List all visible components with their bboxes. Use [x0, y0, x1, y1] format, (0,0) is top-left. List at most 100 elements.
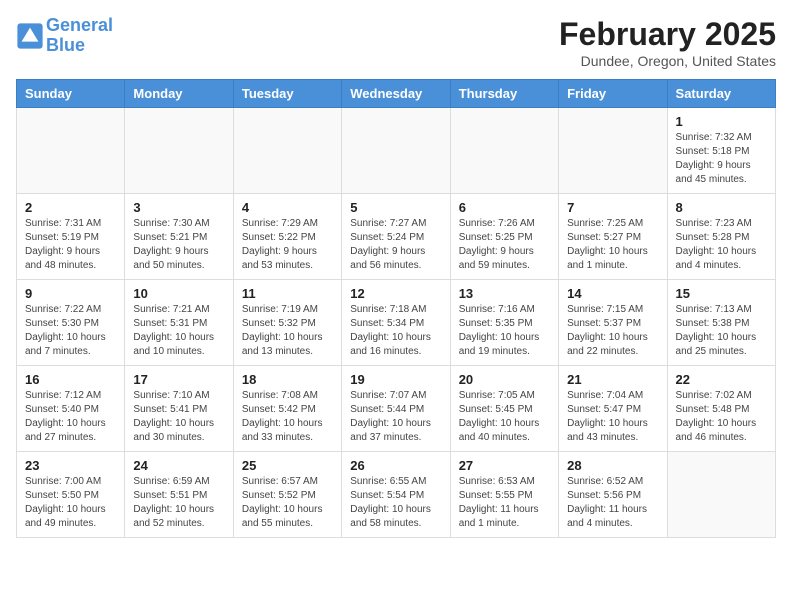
- day-info: Sunrise: 6:55 AM Sunset: 5:54 PM Dayligh…: [350, 475, 441, 531]
- week-row-4: 16 Sunrise: 7:12 AM Sunset: 5:40 PM Dayli…: [17, 366, 776, 452]
- title-block: February 2025 Dundee, Oregon, United Sta…: [559, 16, 776, 69]
- week-row-2: 2 Sunrise: 7:31 AM Sunset: 5:19 PM Daylig…: [17, 194, 776, 280]
- day-number: 14: [567, 286, 658, 301]
- day-cell: 7 Sunrise: 7:25 AM Sunset: 5:27 PM Daylig…: [559, 194, 667, 280]
- day-cell: 26 Sunrise: 6:55 AM Sunset: 5:54 PM Dayli…: [342, 452, 450, 538]
- logo-text: General Blue: [46, 16, 113, 56]
- day-info: Sunrise: 7:31 AM Sunset: 5:19 PM Dayligh…: [25, 217, 116, 273]
- day-cell: 17Sunrise: 7:10 AM Sunset: 5:41 PM Dayli…: [125, 366, 233, 452]
- day-number: 17: [133, 372, 224, 387]
- week-row-5: 23 Sunrise: 7:00 AM Sunset: 5:50 PM Dayli…: [17, 452, 776, 538]
- day-cell: [125, 108, 233, 194]
- day-cell: 5 Sunrise: 7:27 AM Sunset: 5:24 PM Daylig…: [342, 194, 450, 280]
- day-cell: 1 Sunrise: 7:32 AM Sunset: 5:18 PM Daylig…: [667, 108, 775, 194]
- day-cell: [17, 108, 125, 194]
- day-info: Sunrise: 7:22 AM Sunset: 5:30 PM Dayligh…: [25, 303, 116, 359]
- logo-icon: [16, 22, 44, 50]
- day-number: 2: [25, 200, 116, 215]
- week-row-1: 1 Sunrise: 7:32 AM Sunset: 5:18 PM Daylig…: [17, 108, 776, 194]
- day-info: Sunrise: 7:12 AM Sunset: 5:40 PM Dayligh…: [25, 389, 116, 445]
- day-number: 25: [242, 458, 333, 473]
- day-info: Sunrise: 7:18 AM Sunset: 5:34 PM Dayligh…: [350, 303, 441, 359]
- column-header-saturday: Saturday: [667, 80, 775, 108]
- day-number: 8: [676, 200, 767, 215]
- day-info: Sunrise: 7:00 AM Sunset: 5:50 PM Dayligh…: [25, 475, 116, 531]
- day-info: Sunrise: 7:27 AM Sunset: 5:24 PM Dayligh…: [350, 217, 441, 273]
- day-cell: 27 Sunrise: 6:53 AM Sunset: 5:55 PM Dayli…: [450, 452, 558, 538]
- day-info: Sunrise: 7:26 AM Sunset: 5:25 PM Dayligh…: [459, 217, 550, 273]
- day-cell: 10Sunrise: 7:21 AM Sunset: 5:31 PM Dayli…: [125, 280, 233, 366]
- day-cell: [233, 108, 341, 194]
- day-number: 21: [567, 372, 658, 387]
- logo: General Blue: [16, 16, 113, 56]
- day-cell: 18 Sunrise: 7:08 AM Sunset: 5:42 PM Dayli…: [233, 366, 341, 452]
- day-cell: 3 Sunrise: 7:30 AM Sunset: 5:21 PM Daylig…: [125, 194, 233, 280]
- day-cell: 12 Sunrise: 7:18 AM Sunset: 5:34 PM Dayli…: [342, 280, 450, 366]
- day-cell: 25 Sunrise: 6:57 AM Sunset: 5:52 PM Dayli…: [233, 452, 341, 538]
- day-info: Sunrise: 6:59 AM Sunset: 5:51 PM Dayligh…: [133, 475, 224, 531]
- day-number: 24: [133, 458, 224, 473]
- column-header-monday: Monday: [125, 80, 233, 108]
- day-cell: 19 Sunrise: 7:07 AM Sunset: 5:44 PM Dayli…: [342, 366, 450, 452]
- page-header: General Blue February 2025 Dundee, Orego…: [16, 16, 776, 69]
- day-cell: 20 Sunrise: 7:05 AM Sunset: 5:45 PM Dayli…: [450, 366, 558, 452]
- day-number: 16: [25, 372, 116, 387]
- logo-line2: Blue: [46, 35, 85, 55]
- day-number: 1: [676, 114, 767, 129]
- day-number: 3: [133, 200, 224, 215]
- day-cell: 16 Sunrise: 7:12 AM Sunset: 5:40 PM Dayli…: [17, 366, 125, 452]
- day-info: Sunrise: 7:29 AM Sunset: 5:22 PM Dayligh…: [242, 217, 333, 273]
- week-row-3: 9 Sunrise: 7:22 AM Sunset: 5:30 PM Daylig…: [17, 280, 776, 366]
- day-info: Sunrise: 7:02 AM Sunset: 5:48 PM Dayligh…: [676, 389, 767, 445]
- day-cell: 15Sunrise: 7:13 AM Sunset: 5:38 PM Dayli…: [667, 280, 775, 366]
- day-number: 28: [567, 458, 658, 473]
- day-cell: 11 Sunrise: 7:19 AM Sunset: 5:32 PM Dayli…: [233, 280, 341, 366]
- day-number: 27: [459, 458, 550, 473]
- day-info: Sunrise: 7:04 AM Sunset: 5:47 PM Dayligh…: [567, 389, 658, 445]
- day-info: Sunrise: 7:19 AM Sunset: 5:32 PM Dayligh…: [242, 303, 333, 359]
- day-number: 18: [242, 372, 333, 387]
- day-info: Sunrise: 6:57 AM Sunset: 5:52 PM Dayligh…: [242, 475, 333, 531]
- day-number: 23: [25, 458, 116, 473]
- day-cell: [342, 108, 450, 194]
- day-cell: 22 Sunrise: 7:02 AM Sunset: 5:48 PM Dayli…: [667, 366, 775, 452]
- day-info: Sunrise: 6:52 AM Sunset: 5:56 PM Dayligh…: [567, 475, 658, 531]
- day-info: Sunrise: 7:05 AM Sunset: 5:45 PM Dayligh…: [459, 389, 550, 445]
- day-cell: 14 Sunrise: 7:15 AM Sunset: 5:37 PM Dayli…: [559, 280, 667, 366]
- day-number: 13: [459, 286, 550, 301]
- day-info: Sunrise: 7:15 AM Sunset: 5:37 PM Dayligh…: [567, 303, 658, 359]
- day-number: 20: [459, 372, 550, 387]
- day-info: Sunrise: 7:30 AM Sunset: 5:21 PM Dayligh…: [133, 217, 224, 273]
- day-info: Sunrise: 7:32 AM Sunset: 5:18 PM Dayligh…: [676, 131, 767, 187]
- day-info: Sunrise: 7:16 AM Sunset: 5:35 PM Dayligh…: [459, 303, 550, 359]
- day-number: 4: [242, 200, 333, 215]
- day-cell: [559, 108, 667, 194]
- day-cell: 4 Sunrise: 7:29 AM Sunset: 5:22 PM Daylig…: [233, 194, 341, 280]
- day-info: Sunrise: 7:21 AM Sunset: 5:31 PM Dayligh…: [133, 303, 224, 359]
- day-info: Sunrise: 7:25 AM Sunset: 5:27 PM Dayligh…: [567, 217, 658, 273]
- day-cell: 6Sunrise: 7:26 AM Sunset: 5:25 PM Daylig…: [450, 194, 558, 280]
- column-header-friday: Friday: [559, 80, 667, 108]
- day-number: 12: [350, 286, 441, 301]
- day-number: 5: [350, 200, 441, 215]
- day-number: 19: [350, 372, 441, 387]
- calendar-table: SundayMondayTuesdayWednesdayThursdayFrid…: [16, 79, 776, 538]
- day-number: 26: [350, 458, 441, 473]
- day-number: 22: [676, 372, 767, 387]
- day-info: Sunrise: 7:23 AM Sunset: 5:28 PM Dayligh…: [676, 217, 767, 273]
- day-info: Sunrise: 7:08 AM Sunset: 5:42 PM Dayligh…: [242, 389, 333, 445]
- day-cell: [667, 452, 775, 538]
- day-cell: 8 Sunrise: 7:23 AM Sunset: 5:28 PM Daylig…: [667, 194, 775, 280]
- day-number: 9: [25, 286, 116, 301]
- calendar-title: February 2025: [559, 16, 776, 53]
- logo-line1: General: [46, 15, 113, 35]
- calendar-subtitle: Dundee, Oregon, United States: [559, 53, 776, 69]
- day-info: Sunrise: 6:53 AM Sunset: 5:55 PM Dayligh…: [459, 475, 550, 531]
- day-number: 7: [567, 200, 658, 215]
- column-header-thursday: Thursday: [450, 80, 558, 108]
- day-cell: 13 Sunrise: 7:16 AM Sunset: 5:35 PM Dayli…: [450, 280, 558, 366]
- day-info: Sunrise: 7:07 AM Sunset: 5:44 PM Dayligh…: [350, 389, 441, 445]
- day-number: 11: [242, 286, 333, 301]
- day-cell: 9 Sunrise: 7:22 AM Sunset: 5:30 PM Daylig…: [17, 280, 125, 366]
- day-cell: 23 Sunrise: 7:00 AM Sunset: 5:50 PM Dayli…: [17, 452, 125, 538]
